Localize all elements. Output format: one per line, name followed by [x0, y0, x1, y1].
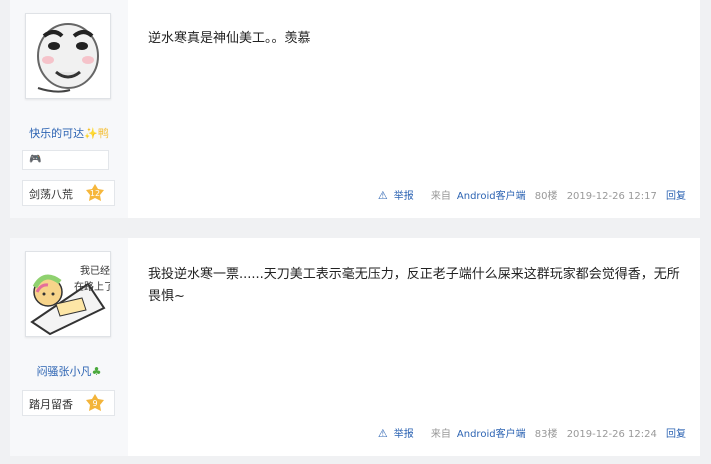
report-link[interactable]: ⚠ 举报 — [372, 189, 414, 202]
username[interactable]: 闷骚张小凡♣ — [10, 363, 128, 379]
floor-number: 83楼 — [534, 429, 558, 440]
level-box: 踏月留香 9 — [22, 390, 115, 416]
client-source[interactable]: 来自 Android客户端 — [425, 429, 526, 440]
post-footer: ⚠ 举报 来自 Android客户端 83楼 2019-12-26 12:24 回复 — [372, 425, 686, 440]
level-box: 剑荡八荒 12 — [22, 180, 115, 206]
user-sidebar: 我已经 在路上了 闷骚张小凡♣ 踏月留香 9 — [10, 238, 128, 456]
avatar[interactable] — [25, 13, 111, 99]
report-link[interactable]: ⚠ 举报 — [372, 427, 414, 440]
warning-icon: ⚠ — [377, 427, 388, 440]
medal-box: 🎮 — [22, 150, 109, 170]
sparkle-icon: ✨鸭 — [84, 127, 109, 140]
clover-icon: ♣ — [91, 365, 102, 378]
timestamp: 2019-12-26 12:24 — [566, 429, 657, 440]
avatar[interactable]: 我已经 在路上了 — [25, 251, 111, 337]
warning-icon: ⚠ — [377, 189, 388, 202]
level-number: 9 — [92, 399, 97, 408]
level-number: 12 — [90, 189, 100, 198]
svg-text:在路上了: 在路上了 — [74, 280, 110, 293]
client-source[interactable]: 来自 Android客户端 — [425, 191, 526, 202]
username[interactable]: 快乐的可达✨鸭 — [10, 125, 128, 141]
post-content: 我投逆水寒一票......天刀美工表示毫无压力，反正老子端什么屎来这群玩家都会觉… — [148, 267, 680, 304]
level-badge-icon: 12 — [86, 184, 104, 201]
reply-button[interactable]: 回复 — [666, 191, 686, 202]
level-name: 踏月留香 — [29, 398, 73, 411]
timestamp: 2019-12-26 12:17 — [566, 191, 657, 202]
floor-number: 80楼 — [534, 191, 558, 202]
user-sidebar: 快乐的可达✨鸭 🎮 剑荡八荒 12 — [10, 0, 128, 218]
post-footer: ⚠ 举报 来自 Android客户端 80楼 2019-12-26 12:17 回复 — [372, 187, 686, 202]
post-80: 快乐的可达✨鸭 🎮 剑荡八荒 12 逆水寒真是神仙美工。。羡慕 ⚠ 举报 来自 An… — [10, 0, 700, 218]
post-83: 我已经 在路上了 闷骚张小凡♣ 踏月留香 9 我投逆水寒一票......天刀美工… — [10, 238, 700, 456]
reply-button[interactable]: 回复 — [666, 429, 686, 440]
svg-text:我已经: 我已经 — [80, 264, 110, 277]
level-name: 剑荡八荒 — [29, 188, 73, 201]
level-badge-icon: 9 — [86, 394, 104, 411]
post-content: 逆水寒真是神仙美工。。羡慕 — [148, 31, 311, 46]
game-medal-icon[interactable]: 🎮 — [29, 154, 41, 165]
